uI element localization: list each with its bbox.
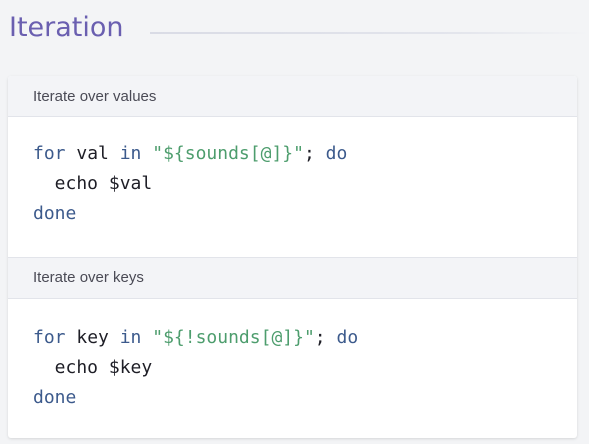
section-label-keys: Iterate over keys <box>8 257 577 299</box>
keyword-for: for <box>33 143 66 164</box>
code-line-echo: echo $val <box>33 173 153 194</box>
code-line-echo: echo $key <box>33 357 153 378</box>
semicolon: ; <box>314 327 337 348</box>
code-block-values: for val in "${sounds[@]}"; do echo $val d… <box>8 117 577 257</box>
keyword-for: for <box>33 327 66 348</box>
semicolon: ; <box>303 143 326 164</box>
section-header: Iteration <box>0 0 589 70</box>
code-block-keys: for key in "${!sounds[@]}"; do echo $key… <box>8 299 577 438</box>
section-label-values: Iterate over values <box>8 76 577 117</box>
string-literal: "${sounds[@]}" <box>152 143 304 164</box>
keyword-do: do <box>325 143 348 164</box>
code-card: Iterate over values for val in "${sounds… <box>8 76 577 438</box>
keyword-in: in <box>119 143 142 164</box>
code-line: for val in "${sounds[@]}"; do <box>33 139 577 169</box>
keyword-done: done <box>33 387 77 408</box>
code-line: for key in "${!sounds[@]}"; do <box>33 323 577 353</box>
string-literal: "${!sounds[@]}" <box>152 327 315 348</box>
title-divider <box>150 32 589 34</box>
page-title: Iteration <box>9 12 124 43</box>
keyword-do: do <box>336 327 359 348</box>
variable-name: val <box>65 143 120 164</box>
variable-name: key <box>65 327 120 348</box>
keyword-done: done <box>33 203 77 224</box>
keyword-in: in <box>119 327 142 348</box>
